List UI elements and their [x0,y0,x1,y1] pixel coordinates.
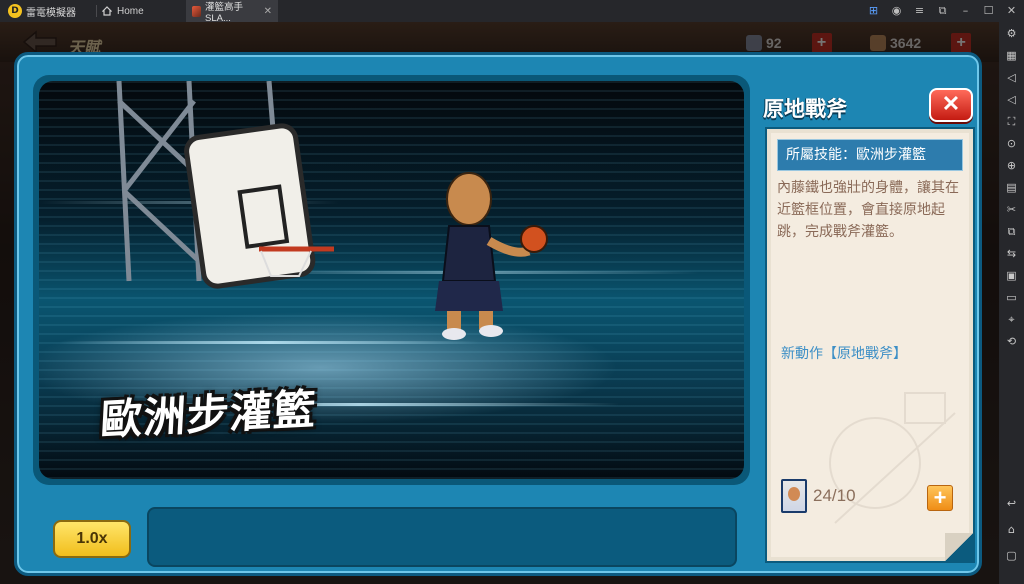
preview-video[interactable]: 歐洲步灌籃 [39,81,744,479]
player-character-illustration [435,172,548,340]
account-icon[interactable]: ◉ [890,3,903,19]
playback-speed-button[interactable]: 1.0x [53,520,131,558]
page-curl-decoration [945,533,973,561]
multi-window-icon[interactable]: ⧉ [1004,224,1019,239]
window-controls: ⊞ ◉ ≡ ⧉ – ☐ ✕ [867,3,1018,19]
home-nav-icon[interactable]: ⌂ [1004,522,1019,537]
move-caption-text: 歐洲步灌籃 [99,384,318,445]
macro-icon[interactable]: ▤ [1004,180,1019,195]
maximize-icon[interactable]: ☐ [982,3,995,19]
record-icon[interactable]: ⊙ [1004,136,1019,151]
subtitle-box [147,507,737,567]
screenshot-icon[interactable]: ⛶ [1004,114,1019,129]
tab-home[interactable]: Home [102,3,144,19]
volume-up-icon[interactable]: ◁ [1004,70,1019,85]
basketball-hoop-illustration [116,81,334,289]
move-info-card: 所屬技能：歐洲步灌籃 內藤鐵也強壯的身體，讓其在近籃框位置，會直接原地起跳，完成… [767,129,973,561]
home-icon [102,6,112,16]
tab-divider [96,5,97,17]
tab-game[interactable]: 灌籃高手 SLA... ✕ [186,0,278,24]
back-icon[interactable]: ↩ [1004,496,1019,511]
card-count: 24/10 [813,486,856,505]
skill-header: 所屬技能：歐洲步灌籃 [777,139,963,171]
new-move-label: 新動作【原地戰斧】 [781,346,907,362]
settings-icon[interactable]: ⚙ [1004,26,1019,41]
cpu-icon[interactable]: ▣ [1004,268,1019,283]
install-apk-icon[interactable]: ⊕ [1004,158,1019,173]
menu-icon[interactable]: ≡ [913,3,926,19]
close-tab-icon[interactable]: ✕ [264,6,272,17]
app-logo-icon: D [8,4,22,18]
recent-apps-icon[interactable]: ▢ [1004,548,1019,563]
tab-game-label: 灌籃高手 SLA... [205,1,244,24]
location-icon[interactable]: ⌖ [1004,312,1019,327]
close-modal-button[interactable]: ✕ [929,88,973,122]
tab-home-label: Home [117,5,144,17]
scissors-icon[interactable]: ✂ [1004,202,1019,217]
court-sketch-decoration [829,392,956,524]
preview-video-frame: 歐洲步灌籃 [33,75,750,485]
minimize-icon[interactable]: – [959,3,972,19]
keyboard-icon[interactable]: ▦ [1004,48,1019,63]
volume-down-icon[interactable]: ◁ [1004,92,1019,107]
folder-icon[interactable]: ▭ [1004,290,1019,305]
pin-icon[interactable]: ⧉ [936,3,949,19]
game-viewport: 天賦 92 + 3642 + 歐洲步灌籃 1.0x 原地戰斧 ✕ 所屬技能：歐洲… [0,22,999,584]
emulator-sidebar: ⚙ ▦ ◁ ◁ ⛶ ⊙ ⊕ ▤ ✂ ⧉ ⇆ ▣ ▭ ⌖ ⟲ ↩ ⌂ ▢ [999,22,1024,584]
sync-icon[interactable]: ⇆ [1004,246,1019,261]
app-name: 雷電模擬器 [26,8,76,19]
add-card-button[interactable]: + [927,485,953,511]
close-window-icon[interactable]: ✕ [1005,3,1018,19]
light-streak [59,341,479,344]
card-progress: 24/10 [781,479,856,513]
emulator-titlebar: D 雷電模擬器 Home 灌籃高手 SLA... ✕ ⊞ ◉ ≡ ⧉ – ☐ ✕ [0,0,1024,24]
move-preview-modal: 歐洲步灌籃 1.0x 原地戰斧 ✕ 所屬技能：歐洲步灌籃 內藤鐵也強壯的身體，讓… [14,52,982,576]
rotate-icon[interactable]: ⟲ [1004,334,1019,349]
gamepad-icon[interactable]: ⊞ [867,3,880,19]
player-card-icon [781,479,807,513]
move-description: 內藤鐵也強壯的身體，讓其在近籃框位置，會直接原地起跳，完成戰斧灌籃。 [777,180,959,240]
move-title: 原地戰斧 [763,97,847,121]
game-tab-icon [192,5,202,17]
